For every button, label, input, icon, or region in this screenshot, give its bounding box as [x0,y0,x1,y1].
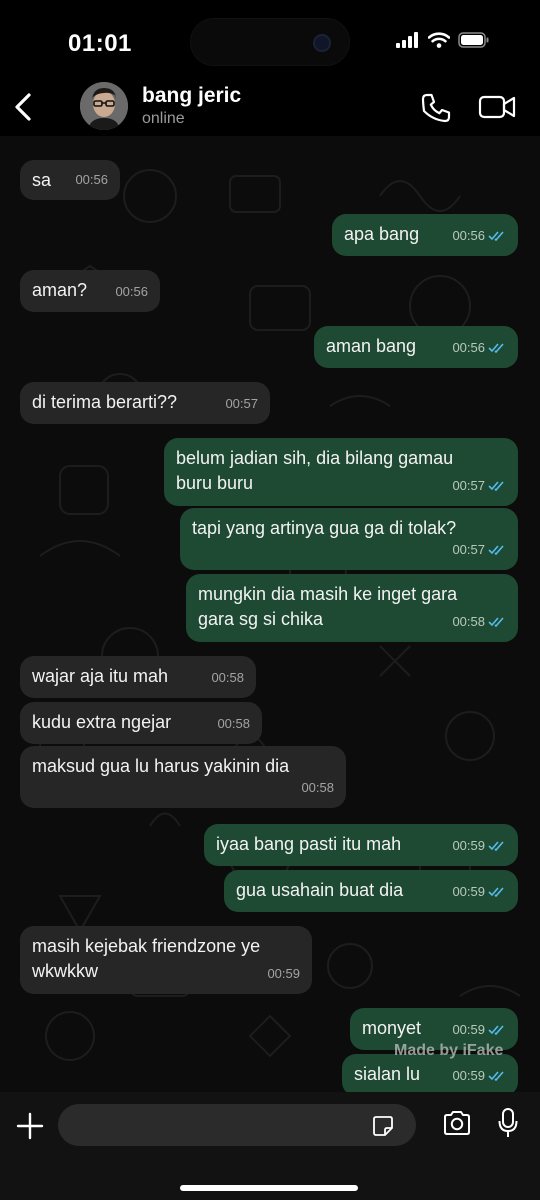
status-time: 01:01 [68,30,132,57]
message-meta: 00:57 [452,473,506,498]
message-bubble-outgoing[interactable]: belum jadian sih, dia bilang gamau buru … [164,438,518,506]
contact-status: online [142,110,185,127]
read-receipt-icon [488,886,504,897]
message-text: di terima berarti?? [32,392,178,412]
message-meta: 00:57 [452,537,506,562]
message-meta: 00:58 [452,609,506,634]
signal-icon [396,32,418,48]
message-time: 00:59 [452,838,485,853]
message-text: sialan lu [354,1064,421,1084]
message-text: wajar aja itu mah [32,666,169,686]
dynamic-island [190,18,350,66]
message-bubble-incoming[interactable]: sa 00:56 [20,160,120,200]
message-meta: 00:59 [452,879,506,904]
message-time: 00:56 [75,172,108,187]
message-input[interactable] [58,1104,416,1146]
message-bubble-outgoing[interactable]: iyaa bang pasti itu mah 00:59 [204,824,518,866]
message-bubble-incoming[interactable]: wajar aja itu mah 00:58 [20,656,256,698]
message-text: aman? [32,280,88,300]
message-bubble-outgoing[interactable]: gua usahain buat dia 00:59 [224,870,518,912]
read-receipt-icon [488,342,504,353]
message-meta: 00:58 [301,775,334,800]
microphone-icon[interactable] [498,1108,518,1138]
message-meta: 00:59 [452,1017,506,1042]
message-meta: 00:59 [452,1063,506,1088]
chat-area[interactable]: sa 00:56 apa bang 00:56 aman? 00:56 aman… [0,136,540,1092]
home-indicator[interactable] [180,1185,358,1191]
chat-header: bang jeric online [0,74,540,136]
message-text: sa [32,170,52,190]
message-text: belum jadian sih, dia bilang gamau buru … [176,448,454,493]
contact-name[interactable]: bang jeric [142,84,241,108]
message-time: 00:58 [301,780,334,795]
message-bubble-incoming[interactable]: kudu extra ngejar 00:58 [20,702,262,744]
message-meta: 00:58 [217,711,250,736]
message-text: aman bang [326,336,417,356]
read-receipt-icon [488,1070,504,1081]
message-time: 00:58 [217,716,250,731]
camera-icon[interactable] [442,1110,472,1136]
message-time: 00:56 [452,340,485,355]
video-camera-icon[interactable] [478,92,516,122]
message-bubble-incoming[interactable]: di terima berarti?? 00:57 [20,382,270,424]
front-camera-icon [313,34,331,52]
message-text: gua usahain buat dia [236,880,404,900]
contact-avatar[interactable] [80,82,128,130]
read-receipt-icon [488,1024,504,1035]
message-meta: 00:56 [75,167,108,192]
read-receipt-icon [488,616,504,627]
status-icons [396,32,490,48]
message-text: maksud gua lu harus yakinin dia [32,756,290,776]
message-time: 00:57 [225,396,258,411]
message-meta: 00:58 [211,665,244,690]
message-text: iyaa bang pasti itu mah [216,834,402,854]
message-text: masih kejebak friendzone ye wkwkkw [32,936,261,981]
watermark: Made by iFake [394,1042,504,1059]
message-time: 00:56 [452,228,485,243]
message-text: apa bang [344,224,420,244]
message-bubble-outgoing[interactable]: mungkin dia masih ke inget gara gara sg … [186,574,518,642]
message-meta: 00:56 [452,335,506,360]
read-receipt-icon [488,544,504,555]
message-time: 00:59 [267,966,300,981]
phone-icon[interactable] [420,92,452,124]
message-bubble-incoming[interactable]: masih kejebak friendzone ye wkwkkw 00:59 [20,926,312,994]
composer-bar [0,1092,540,1200]
message-time: 00:58 [452,614,485,629]
wifi-icon [428,32,450,48]
message-meta: 00:57 [225,391,258,416]
message-bubble-incoming[interactable]: aman? 00:56 [20,270,160,312]
avatar-photo [80,82,128,130]
message-bubble-outgoing[interactable]: aman bang 00:56 [314,326,518,368]
message-time: 00:59 [452,1068,485,1083]
message-time: 00:56 [115,284,148,299]
message-bubble-outgoing[interactable]: apa bang 00:56 [332,214,518,256]
message-time: 00:57 [452,542,485,557]
status-bar: 01:01 [0,0,540,84]
message-meta: 00:56 [115,279,148,304]
read-receipt-icon [488,840,504,851]
message-bubble-outgoing[interactable]: tapi yang artinya gua ga di tolak? 00:57 [180,508,518,570]
message-text: kudu extra ngejar [32,712,172,732]
message-time: 00:58 [211,670,244,685]
plus-icon[interactable] [16,1112,44,1140]
battery-icon [458,32,489,48]
message-bubble-incoming[interactable]: maksud gua lu harus yakinin dia 00:58 [20,746,346,808]
message-text: monyet [362,1018,422,1038]
message-time: 00:57 [452,478,485,493]
read-receipt-icon [488,480,504,491]
message-time: 00:59 [452,884,485,899]
message-meta: 00:56 [452,223,506,248]
message-text: mungkin dia masih ke inget gara gara sg … [198,584,458,629]
message-time: 00:59 [452,1022,485,1037]
message-meta: 00:59 [452,833,506,858]
read-receipt-icon [488,230,504,241]
message-meta: 00:59 [267,961,300,986]
message-text: tapi yang artinya gua ga di tolak? [192,518,457,538]
sticker-icon[interactable] [372,1115,394,1137]
back-chevron-icon[interactable] [12,92,36,122]
